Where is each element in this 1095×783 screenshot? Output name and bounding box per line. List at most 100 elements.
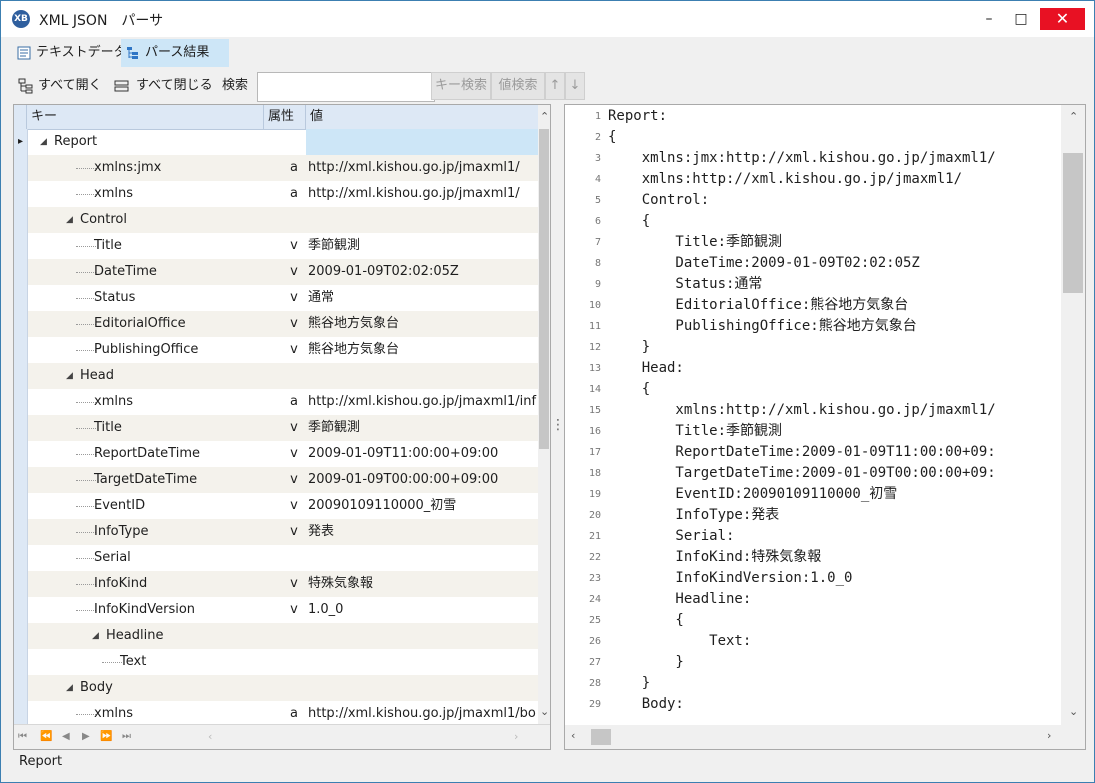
table-row[interactable]: ReportDateTime v 2009-01-09T11:00:00+09:00 bbox=[14, 441, 538, 467]
row-selector[interactable] bbox=[14, 441, 28, 467]
row-selector[interactable] bbox=[14, 597, 28, 623]
table-row[interactable]: InfoType v 発表 bbox=[14, 519, 538, 545]
text-scroll-right-arrow-icon[interactable]: › bbox=[1047, 729, 1051, 742]
cell-key: Headline bbox=[106, 628, 164, 643]
row-selector[interactable] bbox=[14, 363, 28, 389]
table-row[interactable]: EventID v 20090109110000_初雪 bbox=[14, 493, 538, 519]
expander-icon[interactable]: ◢ bbox=[66, 207, 73, 233]
line-text: EditorialOffice:熊谷地方気象台 bbox=[608, 297, 909, 313]
row-selector[interactable] bbox=[14, 675, 28, 701]
text-horizontal-scrollbar[interactable]: ‹ › bbox=[565, 725, 1085, 749]
table-row[interactable]: xmlns a http://xml.kishou.go.jp/jmaxml1/ bbox=[14, 181, 538, 207]
expander-icon[interactable]: ◢ bbox=[66, 675, 73, 701]
table-row[interactable]: xmlns:jmx a http://xml.kishou.go.jp/jmaxml… bbox=[14, 155, 538, 181]
column-header-key[interactable]: キー bbox=[27, 105, 264, 129]
nav-prev-page-icon[interactable]: ⏪ bbox=[40, 729, 52, 745]
table-row[interactable]: Text bbox=[14, 649, 538, 675]
text-scroll-down-arrow-icon[interactable]: ⌄ bbox=[1069, 705, 1078, 718]
table-row[interactable]: EditorialOffice v 熊谷地方気象台 bbox=[14, 311, 538, 337]
table-row[interactable]: ◢ Head bbox=[14, 363, 538, 389]
row-selector[interactable] bbox=[14, 155, 28, 181]
table-row[interactable]: TargetDateTime v 2009-01-09T00:00:00+09:00 bbox=[14, 467, 538, 493]
table-row[interactable]: Serial bbox=[14, 545, 538, 571]
expand-all-button[interactable]: すべて開く bbox=[18, 75, 108, 97]
table-row[interactable]: Title v 季節観測 bbox=[14, 415, 538, 441]
row-selector[interactable] bbox=[14, 337, 28, 363]
row-selector[interactable] bbox=[14, 545, 28, 571]
row-selector[interactable] bbox=[14, 415, 28, 441]
table-row[interactable]: ▸ ◢ Report bbox=[14, 129, 538, 155]
tab-parse-result[interactable]: パース結果 bbox=[121, 39, 229, 67]
table-row[interactable]: InfoKind v 特殊気象報 bbox=[14, 571, 538, 597]
column-header-attr[interactable]: 属性 bbox=[264, 105, 306, 129]
expander-icon[interactable]: ◢ bbox=[92, 623, 99, 649]
row-selector[interactable] bbox=[14, 285, 28, 311]
text-scroll-left-arrow-icon[interactable]: ‹ bbox=[571, 729, 575, 742]
code-area[interactable]: 1 Report: 2{3 xmlns:jmx:http://xml.kishou.… bbox=[565, 105, 1061, 725]
close-button[interactable]: ✕ bbox=[1040, 8, 1085, 30]
tree-connector bbox=[76, 454, 96, 455]
nav-last-icon[interactable]: ⏭ bbox=[122, 729, 131, 745]
table-row[interactable]: ◢ Control bbox=[14, 207, 538, 233]
search-down-button[interactable]: ↓ bbox=[565, 72, 585, 100]
table-row[interactable]: xmlns a http://xml.kishou.go.jp/jmaxml1/bo bbox=[14, 701, 538, 724]
table-row[interactable]: ◢ Body bbox=[14, 675, 538, 701]
table-row[interactable]: Status v 通常 bbox=[14, 285, 538, 311]
row-selector[interactable] bbox=[14, 207, 28, 233]
table-row[interactable]: InfoKindVersion v 1.0_0 bbox=[14, 597, 538, 623]
nav-prev-icon[interactable]: ◀ bbox=[62, 729, 70, 745]
nav-next-page-icon[interactable]: ⏩ bbox=[100, 729, 112, 745]
cell-key: Head bbox=[80, 368, 114, 383]
pane-splitter[interactable]: ⋮ bbox=[551, 405, 565, 445]
hscroll-left-arrow-icon[interactable]: ‹ bbox=[208, 730, 212, 743]
search-up-button[interactable]: ↑ bbox=[545, 72, 565, 100]
row-selector[interactable] bbox=[14, 519, 28, 545]
table-row[interactable]: xmlns a http://xml.kishou.go.jp/jmaxml1/in… bbox=[14, 389, 538, 415]
table-row[interactable]: Title v 季節観測 bbox=[14, 233, 538, 259]
row-selector[interactable] bbox=[14, 467, 28, 493]
expander-icon[interactable]: ◢ bbox=[40, 129, 47, 155]
grid-vscroll-thumb[interactable] bbox=[539, 129, 549, 449]
row-selector[interactable] bbox=[14, 389, 28, 415]
json-text-view[interactable]: 1 Report: 2{3 xmlns:jmx:http://xml.kishou.… bbox=[564, 104, 1086, 750]
nav-first-icon[interactable]: ⏮ bbox=[18, 729, 27, 745]
row-selector[interactable] bbox=[14, 649, 28, 675]
expander-icon[interactable]: ◢ bbox=[66, 363, 73, 389]
row-selector[interactable]: ▸ bbox=[14, 129, 28, 155]
nav-next-icon[interactable]: ▶ bbox=[82, 729, 90, 745]
key-search-button[interactable]: キー検索 bbox=[431, 72, 491, 100]
scroll-down-arrow-icon[interactable]: ⌄ bbox=[540, 705, 549, 718]
row-selector[interactable] bbox=[14, 571, 28, 597]
row-selector[interactable] bbox=[14, 623, 28, 649]
value-search-button[interactable]: 値検索 bbox=[491, 72, 545, 100]
code-line: 5 Control: bbox=[565, 190, 1061, 211]
row-selector[interactable] bbox=[14, 493, 28, 519]
line-text: Title:季節観測 bbox=[608, 423, 783, 439]
text-hscroll-thumb[interactable] bbox=[591, 729, 611, 745]
line-text: Control: bbox=[608, 192, 710, 208]
text-vertical-scrollbar[interactable]: ⌃ ⌄ bbox=[1061, 105, 1085, 725]
table-row[interactable]: DateTime v 2009-01-09T02:02:05Z bbox=[14, 259, 538, 285]
table-row[interactable]: PublishingOffice v 熊谷地方気象台 bbox=[14, 337, 538, 363]
code-line: 17 ReportDateTime:2009-01-09T11:00:00+09… bbox=[565, 442, 1061, 463]
collapse-all-button[interactable]: すべて閉じる bbox=[114, 75, 216, 97]
row-selector[interactable] bbox=[14, 233, 28, 259]
maximize-button[interactable]: □ bbox=[1001, 8, 1041, 30]
cell-value: 特殊気象報 bbox=[308, 576, 374, 591]
cell-value: http://xml.kishou.go.jp/jmaxml1/ bbox=[308, 160, 520, 175]
row-selector[interactable] bbox=[14, 259, 28, 285]
line-number: 8 bbox=[594, 258, 601, 269]
row-selector[interactable] bbox=[14, 701, 28, 724]
row-selector[interactable] bbox=[14, 311, 28, 337]
column-header-value[interactable]: 値 bbox=[306, 105, 538, 129]
text-scroll-up-arrow-icon[interactable]: ⌃ bbox=[1069, 110, 1078, 123]
hscroll-right-arrow-icon[interactable]: › bbox=[514, 730, 518, 743]
text-vscroll-thumb[interactable] bbox=[1063, 153, 1083, 293]
table-row[interactable]: ◢ Headline bbox=[14, 623, 538, 649]
line-number: 23 bbox=[588, 573, 601, 584]
search-input[interactable] bbox=[257, 72, 435, 102]
cell-value bbox=[306, 545, 538, 571]
scroll-up-arrow-icon[interactable]: ⌃ bbox=[540, 110, 549, 123]
grid-vertical-scrollbar[interactable]: ⌃ ⌄ bbox=[538, 105, 550, 724]
row-selector[interactable] bbox=[14, 181, 28, 207]
